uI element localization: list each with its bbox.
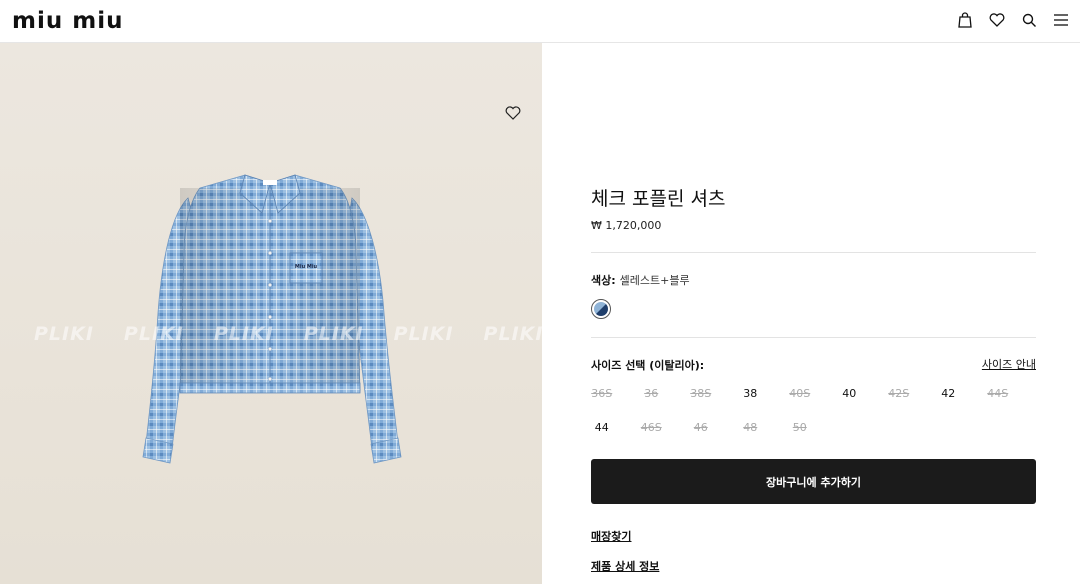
size-option[interactable]: 42S: [874, 384, 924, 404]
product-image-panel: Miu Miu PLIKI PLIKI PLIKI PLIKI PLIKI PL…: [0, 43, 542, 584]
divider: [591, 337, 1036, 338]
size-option[interactable]: 42: [924, 384, 974, 404]
search-icon[interactable]: [1020, 10, 1038, 30]
header-icons: [956, 10, 1070, 30]
product-price: ₩ 1,720,000: [591, 219, 662, 232]
size-option[interactable]: 48: [726, 418, 776, 438]
add-to-cart-button[interactable]: 장바구니에 추가하기: [591, 459, 1036, 504]
size-option[interactable]: 50: [775, 418, 825, 438]
size-option[interactable]: 40: [825, 384, 875, 404]
watermark-text: PLIKI: [393, 323, 454, 345]
site-header: miu miu: [0, 0, 1080, 43]
size-option[interactable]: 44: [577, 418, 627, 438]
heart-icon[interactable]: [988, 10, 1006, 30]
watermark-text: PLIKI: [123, 323, 184, 345]
size-option[interactable]: 36: [627, 384, 677, 404]
divider: [591, 252, 1036, 253]
size-grid: 36S 36 38S 38 40S 40 42S 42 44S 44 46S 46 48 50: [577, 384, 1047, 438]
size-option[interactable]: 38: [726, 384, 776, 404]
size-option[interactable]: 40S: [775, 384, 825, 404]
watermark-text: PLIKI: [34, 323, 94, 345]
size-option[interactable]: 36S: [577, 384, 627, 404]
bag-icon[interactable]: [956, 10, 974, 30]
color-value: 셀레스트+블루: [619, 274, 690, 287]
size-label: 사이즈 선택 (이탈리아):: [591, 359, 705, 372]
brand-logo[interactable]: miu miu: [12, 6, 123, 36]
watermark-text: PLIKI: [483, 323, 542, 345]
product-title: 체크 포플린 셔츠: [591, 188, 726, 210]
menu-icon[interactable]: [1052, 10, 1070, 30]
size-option[interactable]: 46S: [627, 418, 677, 438]
product-details-link[interactable]: 제품 상세 정보: [591, 558, 659, 574]
color-label: 색상:: [591, 274, 616, 287]
size-option[interactable]: 38S: [676, 384, 726, 404]
watermark-text: PLIKI: [303, 323, 364, 345]
size-option[interactable]: 44S: [973, 384, 1023, 404]
shirt-logo: Miu Miu: [295, 264, 318, 270]
product-image: Miu Miu: [142, 174, 402, 464]
wishlist-heart-icon[interactable]: [505, 105, 523, 123]
color-row: 색상: 셀레스트+블루: [591, 272, 690, 288]
size-guide-link[interactable]: 사이즈 안내: [982, 356, 1036, 372]
find-store-link[interactable]: 매장찾기: [591, 528, 631, 544]
watermark: PLIKI PLIKI PLIKI PLIKI PLIKI PLIKI: [34, 323, 542, 345]
watermark-text: PLIKI: [213, 323, 274, 345]
size-option[interactable]: 46: [676, 418, 726, 438]
color-swatch[interactable]: [591, 299, 611, 319]
